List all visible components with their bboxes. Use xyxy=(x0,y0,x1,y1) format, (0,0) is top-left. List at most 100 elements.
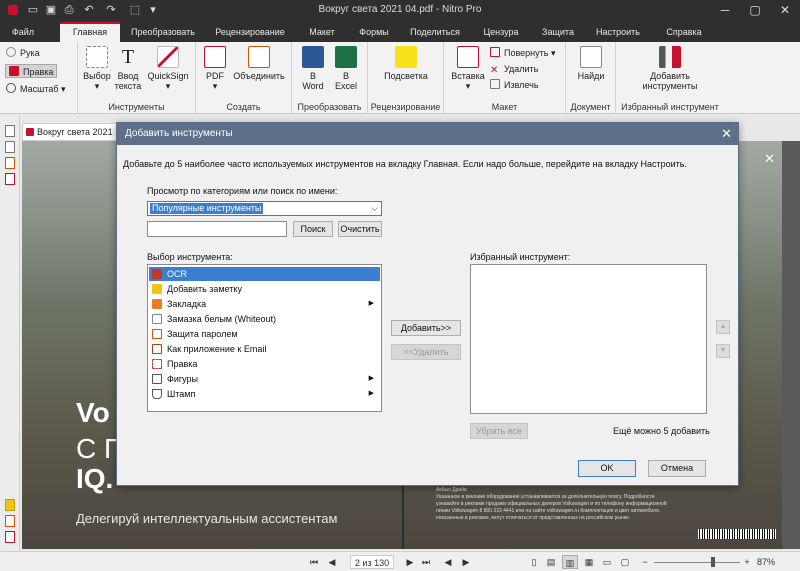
list-item[interactable]: Штамп ▶ xyxy=(149,387,380,401)
output-panel-icon[interactable] xyxy=(5,515,15,527)
pen-icon xyxy=(157,46,179,68)
edit-tool[interactable]: Правка xyxy=(5,64,58,78)
category-select[interactable]: Популярные инструменты ⌵ xyxy=(147,201,382,216)
edit-icon xyxy=(152,359,162,369)
list-item[interactable]: OCR xyxy=(149,267,380,281)
move-up-button[interactable]: ▲ xyxy=(716,320,730,334)
clear-button[interactable]: Очистить xyxy=(338,221,382,237)
tab-review[interactable]: Рецензирование xyxy=(206,22,294,42)
list-item[interactable]: Как приложение к Email xyxy=(149,342,380,356)
find-button[interactable]: Найди xyxy=(574,46,608,81)
remove-button[interactable]: <<Удалить xyxy=(391,344,461,360)
fit-page-icon[interactable]: ▢ xyxy=(618,555,632,569)
single-page-view-icon[interactable]: ▯ xyxy=(528,555,540,569)
tab-file[interactable]: Файл xyxy=(6,22,40,42)
highlight-button[interactable]: Подсветка xyxy=(378,46,434,81)
list-item-label: Правка xyxy=(167,359,198,369)
pdf-button[interactable]: PDF ▾ xyxy=(202,46,228,91)
quicksign-label: QuickSign xyxy=(147,71,189,81)
tab-customize[interactable]: Настроить xyxy=(588,22,648,42)
search-input[interactable] xyxy=(147,221,287,237)
ribbon-group-layout: Вставка ▾ Повернуть ▾ ✕ Удалить Извлечь Ма… xyxy=(444,42,566,114)
attachments-panel-icon[interactable] xyxy=(5,157,15,169)
remaining-count-text: Ещё можно 5 добавить xyxy=(613,426,710,436)
prev-page-icon[interactable]: ◀ xyxy=(326,555,338,569)
tab-protect[interactable]: Защита xyxy=(534,22,582,42)
quicksign-button[interactable]: QuickSign ▾ xyxy=(144,46,192,91)
minimize-button[interactable]: ─ xyxy=(710,0,740,22)
remove-all-button[interactable]: Убрать все xyxy=(470,423,528,439)
title-bar: ▭ ▣ ⎙ ↶ ↷ ⬚ ▾ Вокруг света 2021 04.pdf -… xyxy=(0,0,800,22)
tab-forms[interactable]: Формы xyxy=(352,22,396,42)
list-item[interactable]: Правка xyxy=(149,357,380,371)
add-tools-dialog: Добавить инструменты ✕ Добавьте до 5 наи… xyxy=(116,122,739,486)
fit-width-icon[interactable]: ▭ xyxy=(600,555,614,569)
next-page-icon[interactable]: ▶ xyxy=(404,555,416,569)
insert-button[interactable]: Вставка ▾ xyxy=(450,46,486,91)
bookmarks-panel-icon[interactable] xyxy=(5,141,15,153)
pages-panel-icon[interactable] xyxy=(5,125,15,137)
page-number-field[interactable]: 2 из 130 xyxy=(350,555,394,569)
pdf-file-icon xyxy=(204,46,226,68)
list-item[interactable]: Добавить заметку xyxy=(149,282,380,296)
move-down-button[interactable]: ▼ xyxy=(716,344,730,358)
rotate-button[interactable]: Повернуть ▾ xyxy=(490,46,555,60)
combine-label: Объединить xyxy=(233,71,285,81)
ribbon-group-create: PDF ▾ Объединить Создать xyxy=(196,42,292,114)
highlight-label: Подсветка xyxy=(384,71,428,81)
tools-list[interactable]: OCR Добавить заметку Закладка ▶ Замазка б… xyxy=(147,264,382,412)
back-view-icon[interactable]: ◀ xyxy=(442,555,454,569)
continuous-view-icon[interactable]: ▤ xyxy=(544,555,558,569)
add-button[interactable]: Добавить>> xyxy=(391,320,461,336)
tab-convert[interactable]: Преобразовать xyxy=(124,22,202,42)
hand-tool[interactable]: Рука xyxy=(6,46,40,60)
ocr-icon xyxy=(152,269,162,279)
list-item[interactable]: Закладка ▶ xyxy=(149,297,380,311)
add-tools-button[interactable]: Добавить инструменты xyxy=(636,46,704,91)
to-excel-button[interactable]: В Excel xyxy=(330,46,362,91)
first-page-icon[interactable]: ⏮ xyxy=(308,555,320,569)
submenu-arrow-icon: ▶ xyxy=(368,300,374,307)
close-window-button[interactable]: ✕ xyxy=(770,0,800,22)
ok-button[interactable]: OK xyxy=(578,460,636,477)
last-page-icon[interactable]: ⏭ xyxy=(420,555,432,569)
security-panel-icon[interactable] xyxy=(5,173,15,185)
dialog-close-icon[interactable]: ✕ xyxy=(721,123,732,145)
close-page-overlay-icon[interactable]: ✕ xyxy=(764,151,775,167)
to-word-button[interactable]: В Word xyxy=(298,46,328,91)
cancel-button[interactable]: Отмена xyxy=(648,460,706,477)
zoom-slider-track[interactable] xyxy=(654,562,740,563)
document-tab[interactable]: Вокруг света 2021 xyxy=(22,123,122,141)
search-button[interactable]: Поиск xyxy=(293,221,333,237)
maximize-button[interactable]: ▢ xyxy=(740,0,770,22)
combine-button[interactable]: Объединить xyxy=(230,46,288,81)
zoom-tool[interactable]: Масштаб ▾ xyxy=(6,82,66,96)
list-item[interactable]: Фигуры ▶ xyxy=(149,372,380,386)
group-label-favorite: Избранный инструмент xyxy=(621,102,719,112)
tab-share[interactable]: Поделиться xyxy=(404,22,466,42)
favorite-tools-list[interactable] xyxy=(470,264,707,414)
facing-continuous-view-icon[interactable]: ▦ xyxy=(582,555,596,569)
signatures-panel-icon[interactable] xyxy=(5,531,15,543)
fineprint-line: Акбью Драйв xyxy=(436,487,467,493)
tab-help[interactable]: Справка xyxy=(658,22,710,42)
zoom-out-icon[interactable]: − xyxy=(640,555,650,569)
type-text-button[interactable]: T Ввод текста xyxy=(114,46,142,91)
delete-pages-button[interactable]: ✕ Удалить xyxy=(490,62,538,76)
tab-redact[interactable]: Цензура xyxy=(476,22,526,42)
extract-button[interactable]: Извлечь xyxy=(490,78,539,92)
zoom-in-icon[interactable]: + xyxy=(742,555,752,569)
ribbon-group-review: Подсветка Рецензирование xyxy=(368,42,444,114)
list-item[interactable]: Защита паролем xyxy=(149,327,380,341)
tab-layout[interactable]: Макет xyxy=(300,22,344,42)
facing-view-icon[interactable]: ▥ xyxy=(562,555,578,569)
comments-panel-icon[interactable] xyxy=(5,499,15,511)
email-icon xyxy=(152,344,162,354)
select-button[interactable]: Выбор ▾ xyxy=(82,46,112,91)
tab-home[interactable]: Главная xyxy=(60,22,120,42)
list-item[interactable]: Замазка белым (Whiteout) xyxy=(149,312,380,326)
add-tools-label-2: инструменты xyxy=(642,81,698,91)
zoom-slider-thumb[interactable] xyxy=(711,557,715,567)
page-fineprint: Акбью Драйв Указанное в рекламе оборудов… xyxy=(436,487,736,522)
forward-view-icon[interactable]: ▶ xyxy=(460,555,472,569)
